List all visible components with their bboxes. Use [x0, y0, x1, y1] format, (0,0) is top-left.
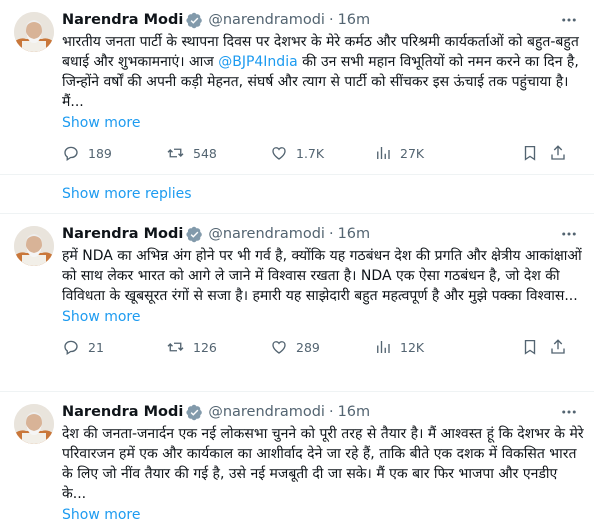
author-handle[interactable]: @narendramodi — [208, 404, 325, 420]
reply-icon — [64, 146, 78, 162]
tweet-actions: 189 548 1.7K 27K — [62, 143, 578, 163]
show-more-link[interactable]: Show more — [62, 507, 141, 523]
views-count: 27K — [400, 145, 425, 161]
bookmark-icon — [524, 145, 536, 161]
bookmark-icon — [524, 339, 536, 355]
more-options-icon[interactable] — [558, 224, 580, 244]
reply-count: 189 — [88, 145, 112, 161]
reply-icon — [64, 340, 78, 356]
verified-badge-icon — [186, 12, 203, 29]
verified-badge-icon — [186, 226, 203, 243]
bookmark-button[interactable] — [521, 338, 549, 356]
repost-icon — [167, 342, 184, 352]
tweet-text-part: देश की जनता-जनार्दन एक नई लोकसभा चुनने क… — [62, 426, 584, 502]
mention-link[interactable]: @BJP4India — [218, 54, 297, 70]
tweet-text: देश की जनता-जनार्दन एक नई लोकसभा चुनने क… — [62, 424, 584, 504]
author-name[interactable]: Narendra Modi — [62, 404, 183, 420]
tweet[interactable]: Narendra Modi @narendramodi · 16m हमें N… — [0, 214, 594, 392]
author-name[interactable]: Narendra Modi — [62, 226, 183, 242]
show-more-replies[interactable]: Show more replies — [0, 175, 594, 214]
tweet[interactable]: Narendra Modi @narendramodi · 16m देश की… — [0, 392, 594, 532]
repost-count: 126 — [193, 339, 217, 355]
more-options-icon[interactable] — [558, 10, 580, 30]
like-button[interactable]: 1.7K — [270, 144, 374, 162]
repost-button[interactable]: 548 — [166, 144, 270, 162]
views-icon — [377, 147, 390, 159]
repost-icon — [167, 148, 184, 158]
repost-button[interactable]: 126 — [166, 338, 270, 356]
tweet[interactable]: Narendra Modi @narendramodi · 16m भारतीय… — [0, 0, 594, 175]
share-icon — [551, 339, 565, 354]
like-button[interactable]: 289 — [270, 338, 374, 356]
tweet-actions: 21 126 289 12K — [62, 337, 578, 357]
avatar[interactable] — [14, 404, 54, 444]
like-icon — [272, 147, 286, 160]
views-icon — [377, 341, 390, 353]
views-count: 12K — [400, 339, 425, 355]
reply-button[interactable]: 21 — [62, 338, 166, 356]
tweet-text-part: हमें NDA का अभिन्न अंग होने पर भी गर्व ह… — [62, 248, 582, 304]
repost-count: 548 — [193, 145, 217, 161]
avatar[interactable] — [14, 12, 54, 52]
views-button[interactable]: 27K — [374, 144, 521, 162]
tweet-text: हमें NDA का अभिन्न अंग होने पर भी गर्व ह… — [62, 246, 584, 306]
verified-badge-icon — [186, 404, 203, 421]
timestamp[interactable]: 16m — [338, 12, 371, 28]
reply-count: 21 — [88, 339, 104, 355]
tweet-text: भारतीय जनता पार्टी के स्थापना दिवस पर दे… — [62, 32, 584, 112]
views-button[interactable]: 12K — [374, 338, 521, 356]
share-button[interactable] — [549, 144, 575, 162]
avatar[interactable] — [14, 226, 54, 266]
tweet-header: Narendra Modi @narendramodi · 16m — [62, 10, 578, 30]
show-more-link[interactable]: Show more — [62, 309, 141, 325]
show-more-link[interactable]: Show more — [62, 115, 141, 131]
separator-dot: · — [328, 226, 334, 242]
tweet-header: Narendra Modi @narendramodi · 16m — [62, 224, 578, 244]
share-button[interactable] — [549, 338, 575, 356]
timestamp[interactable]: 16m — [338, 226, 371, 242]
show-more-replies-label: Show more replies — [62, 186, 192, 202]
author-name[interactable]: Narendra Modi — [62, 12, 183, 28]
like-count: 1.7K — [296, 145, 325, 161]
author-handle[interactable]: @narendramodi — [208, 12, 325, 28]
tweet-header: Narendra Modi @narendramodi · 16m — [62, 402, 578, 422]
separator-dot: · — [328, 404, 334, 420]
more-options-icon[interactable] — [558, 402, 580, 422]
like-icon — [272, 341, 286, 354]
like-count: 289 — [296, 339, 320, 355]
timestamp[interactable]: 16m — [338, 404, 371, 420]
separator-dot: · — [328, 12, 334, 28]
bookmark-button[interactable] — [521, 144, 549, 162]
author-handle[interactable]: @narendramodi — [208, 226, 325, 242]
share-icon — [551, 145, 565, 160]
tweet-feed: Narendra Modi @narendramodi · 16m भारतीय… — [0, 0, 594, 532]
reply-button[interactable]: 189 — [62, 144, 166, 162]
